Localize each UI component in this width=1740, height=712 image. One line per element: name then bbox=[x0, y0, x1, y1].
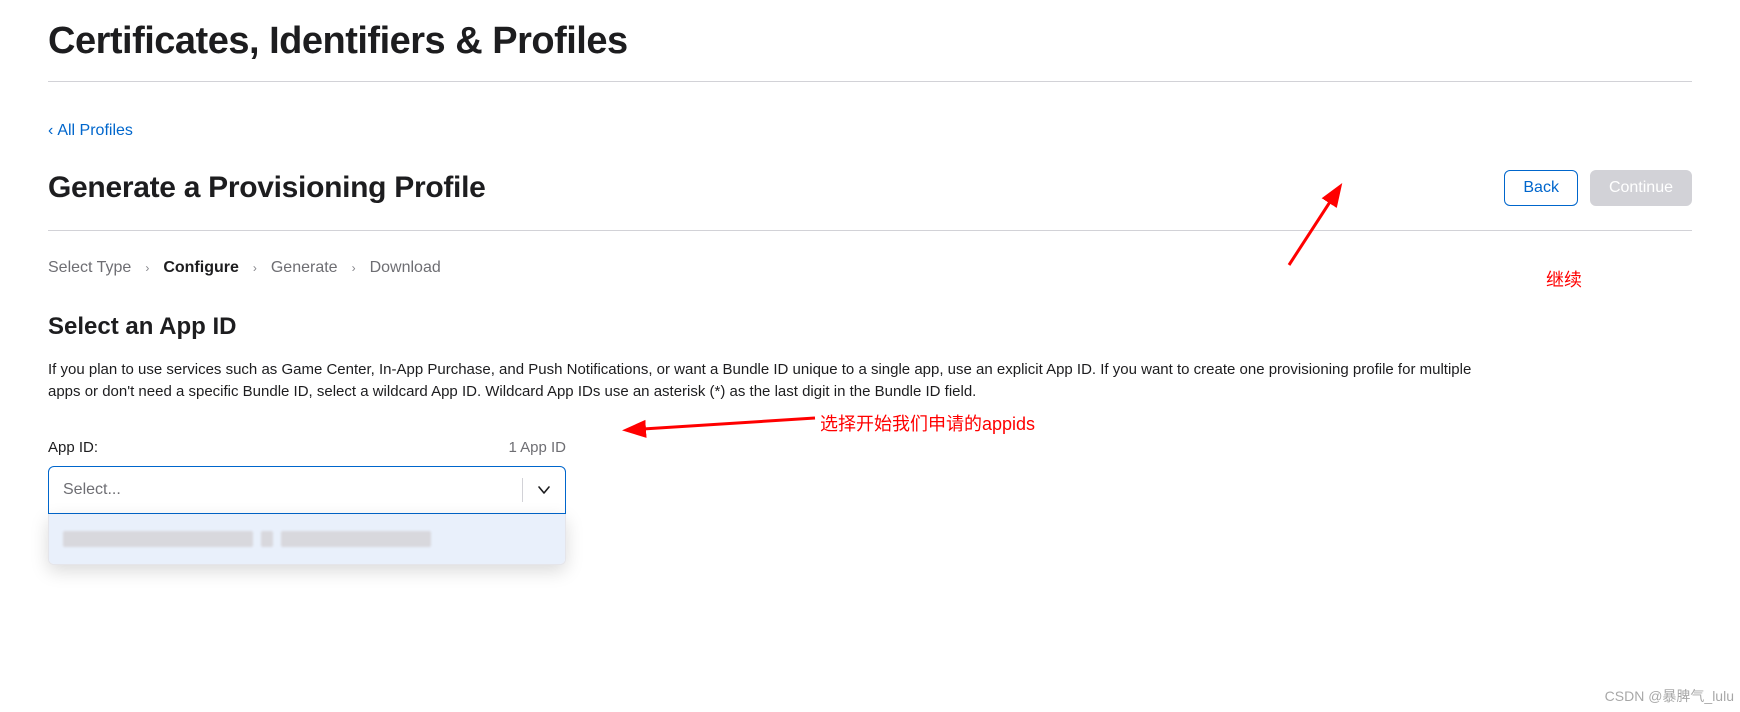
chevron-right-icon: › bbox=[253, 261, 257, 275]
redacted-text bbox=[63, 531, 253, 547]
continue-button[interactable]: Continue bbox=[1590, 170, 1692, 206]
redacted-text bbox=[261, 531, 273, 547]
appid-option[interactable] bbox=[49, 514, 565, 564]
chevron-down-icon bbox=[522, 478, 551, 502]
select-placeholder: Select... bbox=[63, 481, 121, 499]
section-title: Select an App ID bbox=[48, 313, 1692, 341]
step-select-type[interactable]: Select Type bbox=[48, 259, 131, 277]
back-link-label: All Profiles bbox=[57, 122, 133, 140]
redacted-text bbox=[281, 531, 431, 547]
step-configure: Configure bbox=[163, 259, 239, 277]
page-title: Certificates, Identifiers & Profiles bbox=[48, 20, 1692, 82]
chevron-right-icon: › bbox=[352, 261, 356, 275]
chevron-left-icon: ‹ bbox=[48, 122, 53, 140]
breadcrumb: Select Type › Configure › Generate › Dow… bbox=[48, 259, 1692, 277]
back-all-profiles-link[interactable]: ‹ All Profiles bbox=[48, 122, 133, 140]
section-description: If you plan to use services such as Game… bbox=[48, 359, 1488, 403]
appid-count: 1 App ID bbox=[508, 439, 566, 456]
appid-select[interactable]: Select... bbox=[48, 466, 566, 514]
action-buttons: Back Continue bbox=[1504, 170, 1692, 206]
appid-label: App ID: bbox=[48, 439, 98, 456]
back-button[interactable]: Back bbox=[1504, 170, 1578, 206]
step-download: Download bbox=[370, 259, 441, 277]
appid-dropdown bbox=[48, 514, 566, 565]
step-generate: Generate bbox=[271, 259, 338, 277]
chevron-right-icon: › bbox=[145, 261, 149, 275]
watermark: CSDN @暴脾气_lulu bbox=[1605, 686, 1734, 706]
subpage-title: Generate a Provisioning Profile bbox=[48, 171, 486, 205]
